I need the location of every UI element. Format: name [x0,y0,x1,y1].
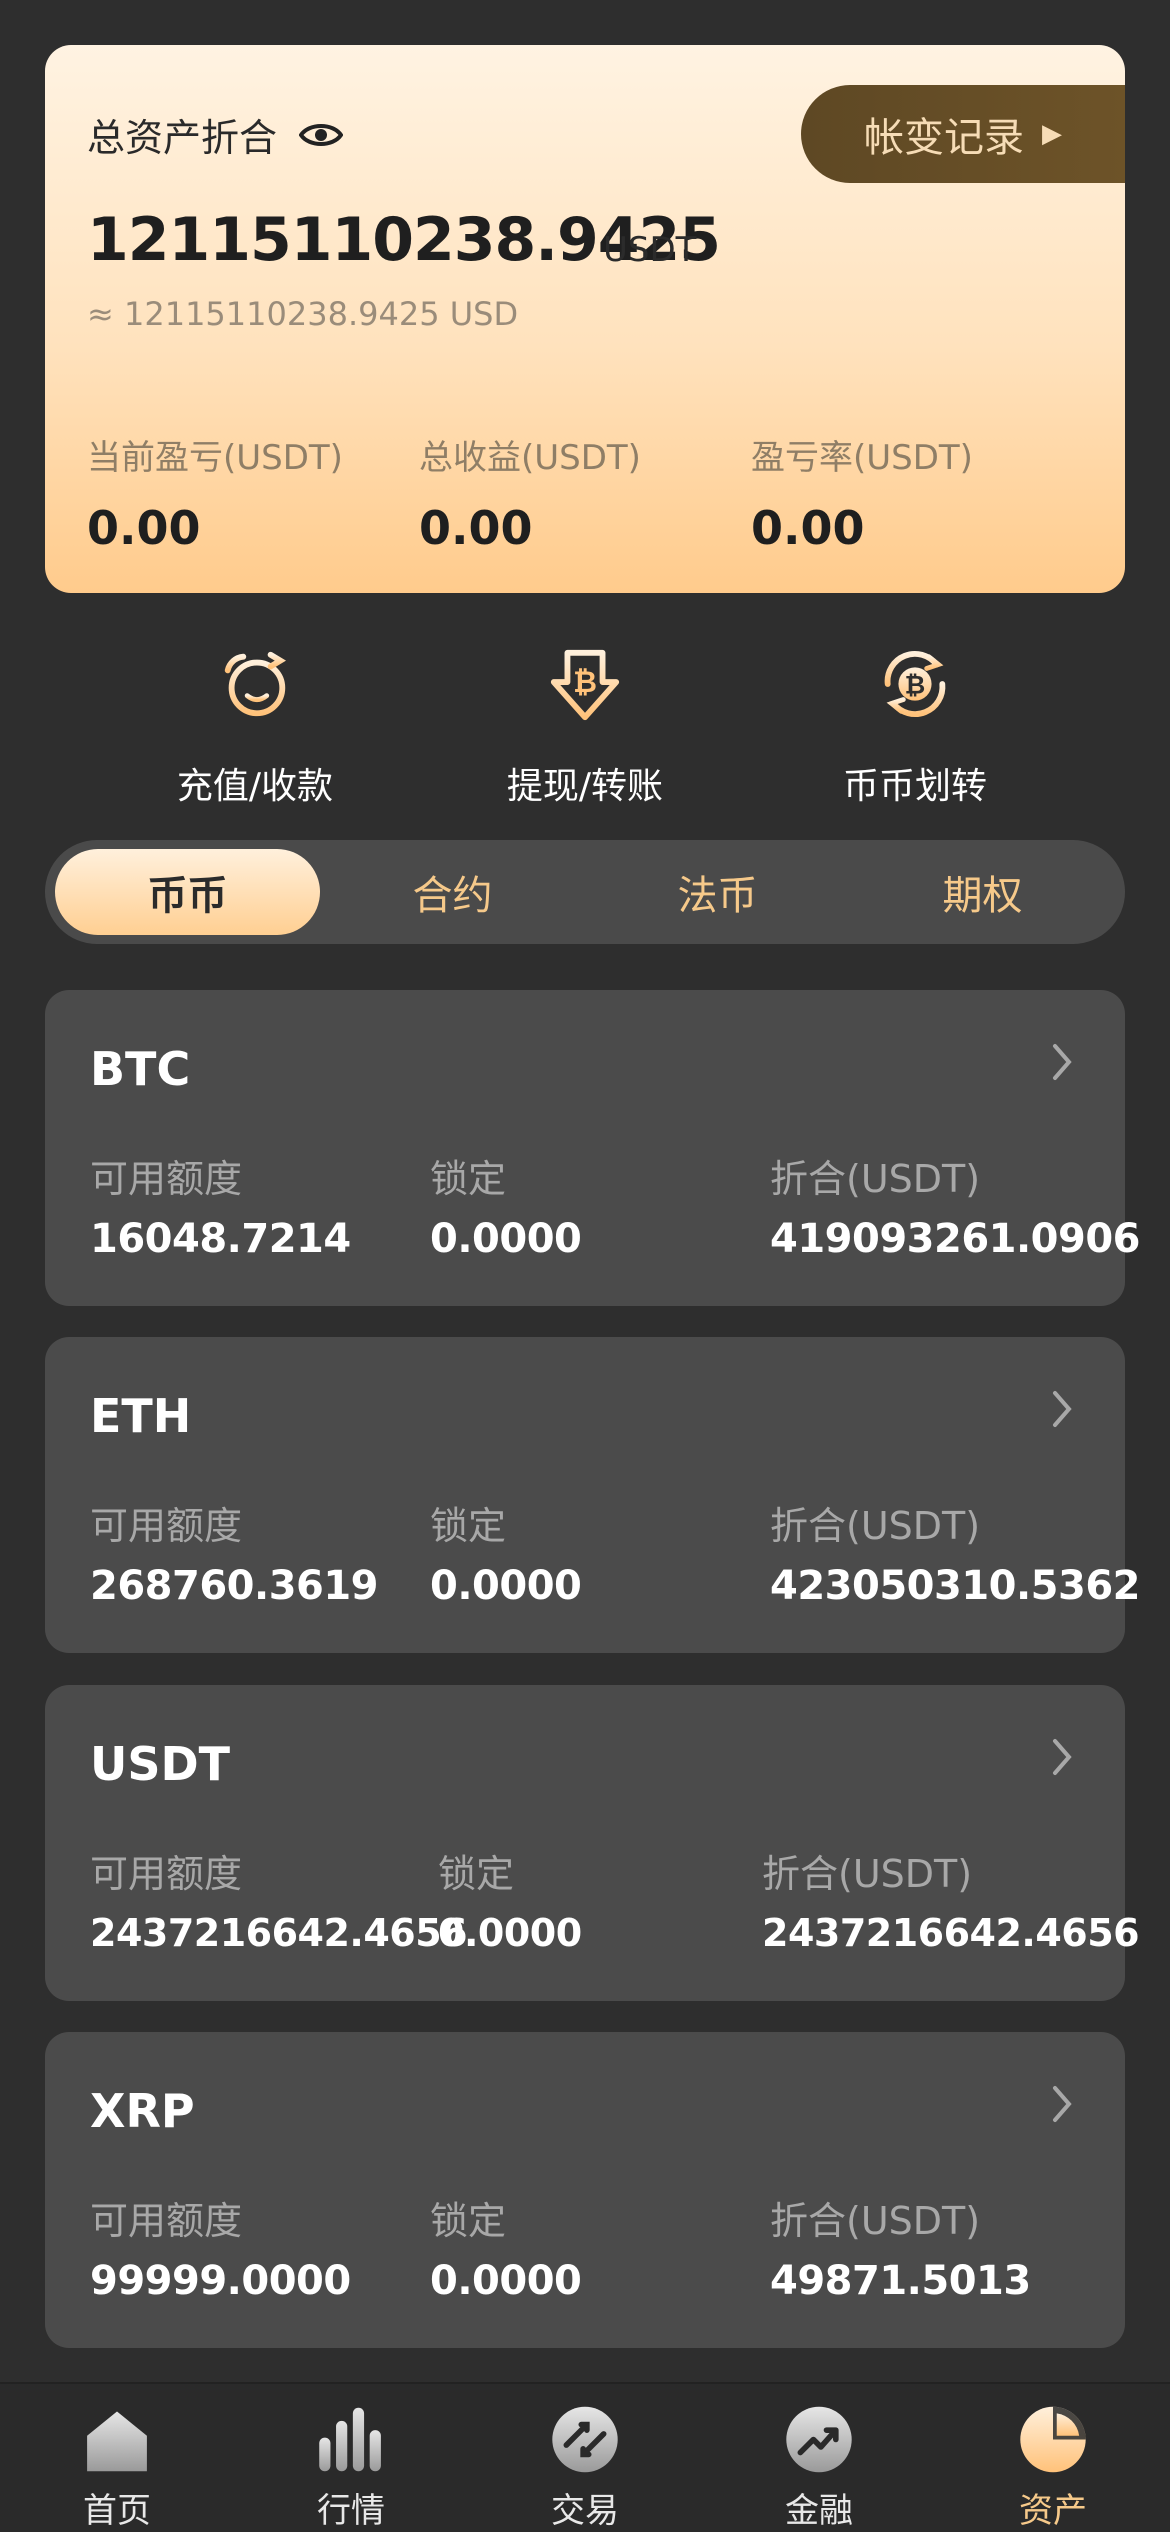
history-label: 帐变记录 [864,115,1024,161]
coin-name: USDT [90,1737,231,1791]
tab-spot[interactable]: 币币 [55,849,320,935]
coin-card-usdt[interactable]: USDT 可用额度 锁定 折合(USDT) 2437216642.4656 0.… [45,1685,1140,2001]
available-value: 99999.0000 [90,2258,351,2304]
usdt-value: 49871.5013 [770,2258,1031,2304]
stat-label: 盈亏率(USDT) [751,438,973,478]
locked-value: 0.0000 [430,1216,582,1262]
nav-label: 交易 [551,2491,619,2531]
triangle-right-icon: ▶ [1042,119,1062,149]
usdt-value: 419093261.0906 [770,1216,1141,1262]
home-icon [87,2411,147,2472]
total-unit: USDT [603,230,697,270]
deposit-icon [224,651,287,717]
summary-title-text: 总资产折合 [87,116,278,160]
usdt-value: 423050310.5362 [770,1563,1141,1609]
trade-icon [552,2406,618,2473]
available-value: 268760.3619 [90,1563,379,1609]
chevron-right-icon [1053,1739,1072,1775]
value-label: 折合(USDT) [770,1157,981,1201]
locked-label: 锁定 [430,1504,507,1548]
locked-value: 0.0000 [430,1563,582,1609]
nav-trade[interactable]: 交易 [468,2384,702,2532]
svg-text:₿: ₿ [573,665,597,699]
coin-card-eth[interactable]: ETH 可用额度 锁定 折合(USDT) 268760.3619 0.0000 … [45,1337,1141,1653]
available-value: 16048.7214 [90,1216,351,1262]
stat-value: 0.00 [419,501,533,555]
stat-value: 0.00 [751,501,865,555]
coin-card-btc[interactable]: BTC 可用额度 锁定 折合(USDT) 16048.7214 0.0000 4… [45,990,1141,1306]
stat-label: 当前盈亏(USDT) [87,438,343,478]
chevron-right-icon [1053,1391,1072,1427]
coin-card-xrp[interactable]: XRP 可用额度 锁定 折合(USDT) 99999.0000 0.0000 4… [45,2032,1125,2348]
stat-total-profit: 总收益(USDT) 0.00 [419,430,641,555]
nav-label: 首页 [83,2491,151,2531]
available-label: 可用额度 [90,1504,243,1548]
locked-value: 0.0000 [430,2258,582,2304]
stat-current-pnl: 当前盈亏(USDT) 0.00 [87,430,343,555]
value-label: 折合(USDT) [762,1852,973,1896]
withdraw-label: 提现/转账 [506,766,664,807]
asset-summary-card: 总资产折合 帐变记录 ▶ 12115110238.9425 USDT ≈ 121… [45,45,1125,593]
market-icon [319,2407,381,2472]
nav-finance[interactable]: 金融 [702,2384,936,2532]
nav-assets[interactable]: 资产 [936,2384,1170,2532]
tab-options[interactable]: 期权 [850,849,1115,935]
chevron-right-icon [1053,2086,1072,2122]
nav-label: 资产 [1019,2491,1087,2531]
usdt-value: 2437216642.4656 [762,1911,1140,1955]
stat-value: 0.00 [87,501,201,555]
bottom-nav: 首页 行情 交易 金融 资产 [0,2382,1170,2532]
history-button[interactable]: 帐变记录 ▶ [801,85,1125,183]
locked-label: 锁定 [430,2199,507,2243]
value-label: 折合(USDT) [770,1504,981,1548]
value-label: 折合(USDT) [770,2199,981,2243]
locked-label: 锁定 [438,1852,515,1896]
available-label: 可用额度 [90,1852,243,1896]
nav-home[interactable]: 首页 [0,2384,234,2532]
available-label: 可用额度 [90,2199,243,2243]
finance-icon [786,2406,852,2473]
nav-label: 金融 [785,2491,853,2531]
tab-fiat[interactable]: 法币 [585,849,850,935]
nav-market[interactable]: 行情 [234,2384,468,2532]
approx-usd: ≈ 12115110238.9425 USD [87,295,519,333]
chevron-right-icon [1053,1044,1072,1080]
available-value: 2437216642.4656 [90,1911,468,1955]
stat-label: 总收益(USDT) [419,438,641,478]
coin-name: BTC [90,1042,191,1096]
withdraw-icon: ₿ [550,649,620,721]
transfer-icon: ₿ [884,650,946,718]
svg-text:₿: ₿ [905,670,926,700]
locked-value: 0.0000 [438,1911,582,1955]
stat-pnl-rate: 盈亏率(USDT) 0.00 [751,430,973,555]
tab-contract[interactable]: 合约 [320,849,585,935]
transfer-button[interactable]: ₿ 币币划转 [765,645,1065,809]
withdraw-button[interactable]: ₿ 提现/转账 [435,645,735,809]
nav-label: 行情 [317,2491,385,2531]
coin-name: ETH [90,1389,192,1443]
eye-icon[interactable] [299,121,344,149]
summary-title: 总资产折合 [87,107,344,162]
coin-name: XRP [90,2084,195,2138]
assets-icon [1020,2406,1086,2473]
deposit-button[interactable]: 充值/收款 [105,645,405,809]
deposit-label: 充值/收款 [176,766,334,807]
account-tabs: 币币 合约 法币 期权 [45,840,1125,944]
transfer-label: 币币划转 [842,766,987,807]
locked-label: 锁定 [430,1157,507,1201]
available-label: 可用额度 [90,1157,243,1201]
